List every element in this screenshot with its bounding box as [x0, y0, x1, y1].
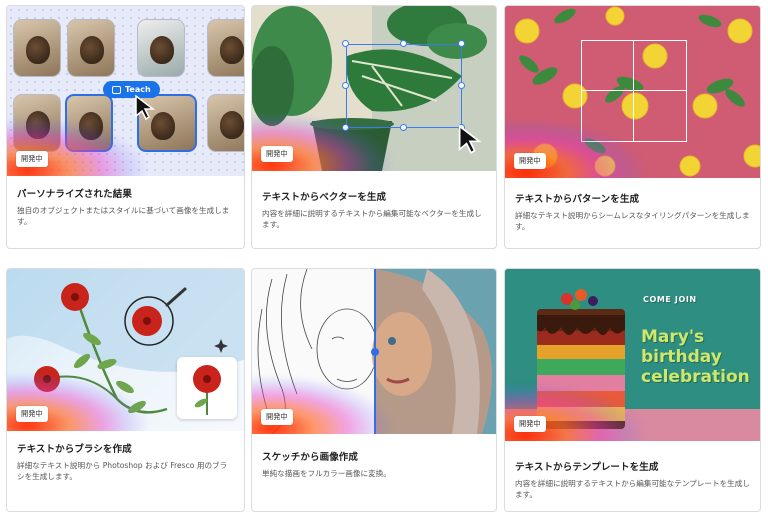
- card-thumbnail: COME JOIN Mary's birthday celebration 開発…: [505, 269, 760, 441]
- card-text-to-template[interactable]: COME JOIN Mary's birthday celebration 開発…: [504, 268, 761, 512]
- selection-handle[interactable]: [458, 82, 465, 89]
- template-line-2: birthday: [641, 347, 722, 367]
- gradient-flare: [505, 383, 645, 441]
- dog-photo: [67, 19, 115, 77]
- selection-handle[interactable]: [342, 40, 349, 47]
- card-text-to-vector[interactable]: 開発中 テキストからベクターを生成 内容を詳細に説明するテキストから編集可能なベ…: [251, 5, 497, 249]
- sparkle-image-icon: [112, 85, 121, 94]
- teach-label: Teach: [125, 85, 151, 94]
- gradient-flare: [252, 113, 392, 171]
- card-thumbnail: 開発中: [505, 6, 760, 178]
- card-thumbnail: 開発中: [252, 269, 496, 434]
- dog-photo: [137, 19, 185, 77]
- comparison-handle[interactable]: [371, 348, 379, 356]
- gradient-flare: [7, 373, 147, 431]
- dog-photo: [207, 94, 244, 152]
- card-description: 内容を詳細に説明するテキストから編集可能なテンプレートを生成します。: [515, 479, 750, 499]
- card-personalized-results[interactable]: Teach 開発中 パーソナライズされた結果 独自のオブジェクトまたはスタイルに…: [6, 5, 245, 249]
- selection-handle[interactable]: [400, 124, 407, 131]
- gradient-flare: [505, 120, 645, 178]
- card-text-to-brush[interactable]: 開発中 テキストからブラシを作成 詳細なテキスト説明から Photoshop お…: [6, 268, 245, 512]
- card-title: テキストからブラシを作成: [17, 444, 132, 455]
- selection-handle[interactable]: [342, 82, 349, 89]
- gradient-flare: [7, 118, 147, 176]
- template-kicker: COME JOIN: [643, 295, 697, 304]
- card-thumbnail: 開発中: [7, 269, 244, 431]
- card-sketch-to-image[interactable]: 開発中 スケッチから画像作成 単純な描画をフルカラー画像に変換。: [251, 268, 497, 512]
- status-badge: 開発中: [514, 416, 546, 432]
- template-line-3: celebration: [641, 367, 750, 387]
- selection-handle[interactable]: [458, 40, 465, 47]
- status-badge: 開発中: [16, 406, 48, 422]
- card-thumbnail: Teach 開発中: [7, 6, 244, 176]
- card-title: テキストからベクターを生成: [262, 192, 387, 203]
- dog-photo: [13, 19, 61, 77]
- card-thumbnail: 開発中: [252, 6, 496, 171]
- status-badge: 開発中: [261, 409, 293, 425]
- card-description: 詳細なテキスト説明からシームレスなタイリングパターンを生成します。: [515, 211, 750, 231]
- mouse-pointer-icon: [458, 124, 482, 154]
- card-description: 独自のオブジェクトまたはスタイルに基づいて画像を生成します。: [17, 206, 230, 226]
- brush-preview-tile: [177, 357, 237, 419]
- card-description: 単純な描画をフルカラー画像に変換。: [262, 469, 391, 478]
- card-description: 内容を詳細に説明するテキストから編集可能なベクターを生成します。: [262, 209, 482, 229]
- mouse-pointer-icon: [135, 94, 156, 120]
- card-text-to-pattern[interactable]: 開発中 テキストからパターンを生成 詳細なテキスト説明からシームレスなタイリング…: [504, 5, 761, 249]
- dog-photo: [207, 19, 244, 77]
- flower-icon: [193, 365, 221, 415]
- pattern-tile-divider: [581, 90, 687, 91]
- template-line-1: Mary's: [641, 327, 705, 347]
- status-badge: 開発中: [261, 146, 293, 162]
- card-title: スケッチから画像作成: [262, 452, 359, 463]
- card-title: テキストからテンプレートを生成: [515, 462, 659, 473]
- card-description: 詳細なテキスト説明から Photoshop および Fresco 用のブラシを生…: [17, 461, 228, 481]
- card-title: テキストからパターンを生成: [515, 194, 640, 205]
- status-badge: 開発中: [16, 151, 48, 167]
- status-badge: 開発中: [514, 153, 546, 169]
- card-title: パーソナライズされた結果: [17, 189, 132, 200]
- selection-handle[interactable]: [400, 40, 407, 47]
- gradient-flare: [252, 376, 392, 434]
